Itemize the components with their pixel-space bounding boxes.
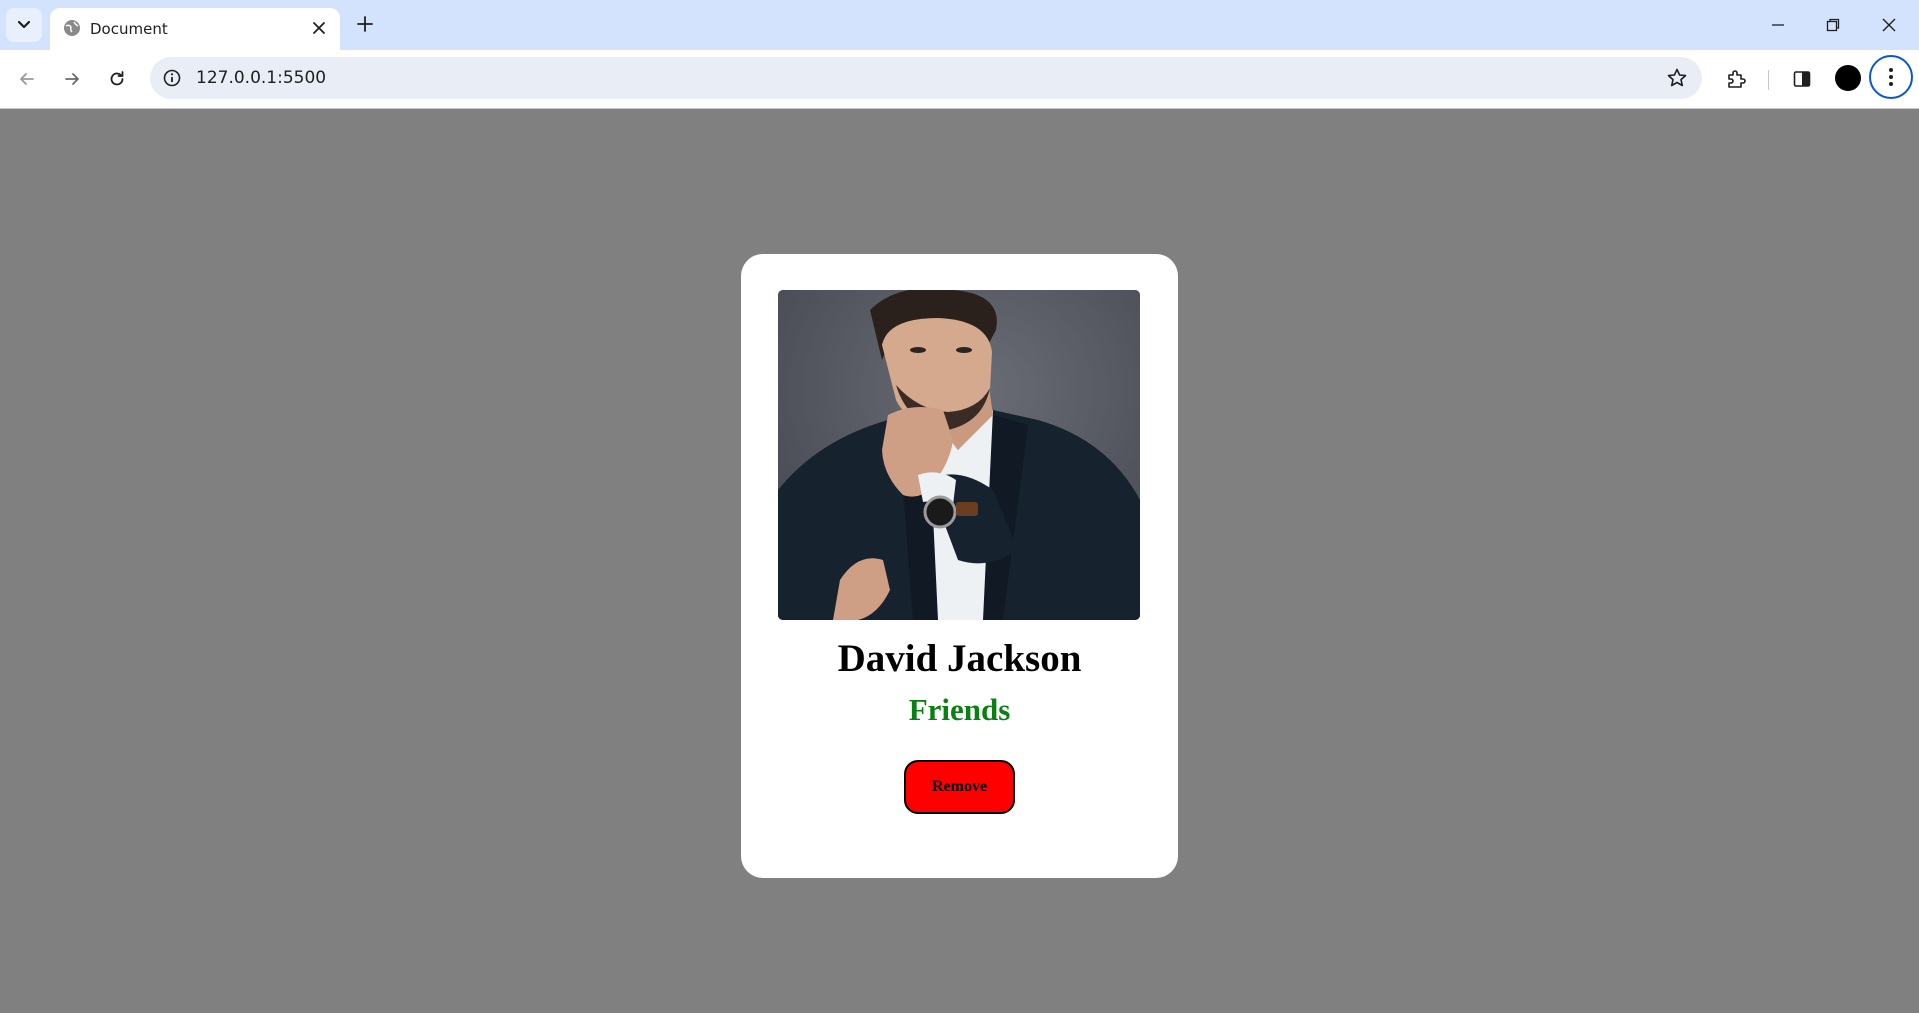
- minimize-icon: [1772, 24, 1784, 26]
- plus-icon[interactable]: [354, 13, 376, 35]
- puzzle-icon: [1728, 70, 1746, 88]
- restore-icon: [1826, 18, 1840, 32]
- extensions-button[interactable]: [1724, 67, 1748, 91]
- restore-button[interactable]: [1820, 12, 1846, 38]
- browser-menu-button[interactable]: [1869, 55, 1913, 99]
- kebab-menu-icon: [1889, 68, 1893, 86]
- minimize-button[interactable]: [1765, 12, 1791, 38]
- browser-toolbar: 127.0.0.1:5500: [0, 50, 1919, 109]
- side-panel-button[interactable]: [1790, 67, 1814, 91]
- reload-icon: [110, 71, 124, 86]
- close-window-button[interactable]: [1876, 12, 1902, 38]
- star-icon[interactable]: [1666, 67, 1688, 89]
- tab-title: Document: [90, 20, 168, 38]
- friend-status: Friends: [908, 692, 1011, 727]
- arrow-right-icon: [65, 73, 79, 85]
- globe-icon: [64, 20, 80, 36]
- info-icon[interactable]: [162, 68, 182, 88]
- portrait-photo: [778, 290, 1140, 620]
- toolbar-divider: [1768, 70, 1769, 90]
- tab-search-button[interactable]: [6, 8, 42, 42]
- profile-photo: [778, 290, 1140, 620]
- profile-name: David Jackson: [837, 637, 1082, 680]
- tab-strip: Document: [0, 0, 1919, 50]
- chevron-down-icon: [17, 20, 31, 29]
- back-button[interactable]: [12, 64, 42, 94]
- side-panel-icon: [1793, 71, 1811, 87]
- address-bar[interactable]: 127.0.0.1:5500: [150, 57, 1702, 99]
- avatar[interactable]: [1835, 65, 1861, 91]
- close-icon[interactable]: [310, 19, 328, 37]
- arrow-left-icon: [20, 73, 34, 85]
- remove-button[interactable]: Remove: [904, 760, 1015, 814]
- profile-card: David Jackson Friends Remove: [741, 254, 1178, 878]
- url-text[interactable]: 127.0.0.1:5500: [196, 68, 326, 88]
- reload-button[interactable]: [102, 64, 132, 94]
- browser-tab[interactable]: Document: [50, 8, 340, 50]
- forward-button[interactable]: [57, 64, 87, 94]
- close-icon: [1882, 18, 1896, 32]
